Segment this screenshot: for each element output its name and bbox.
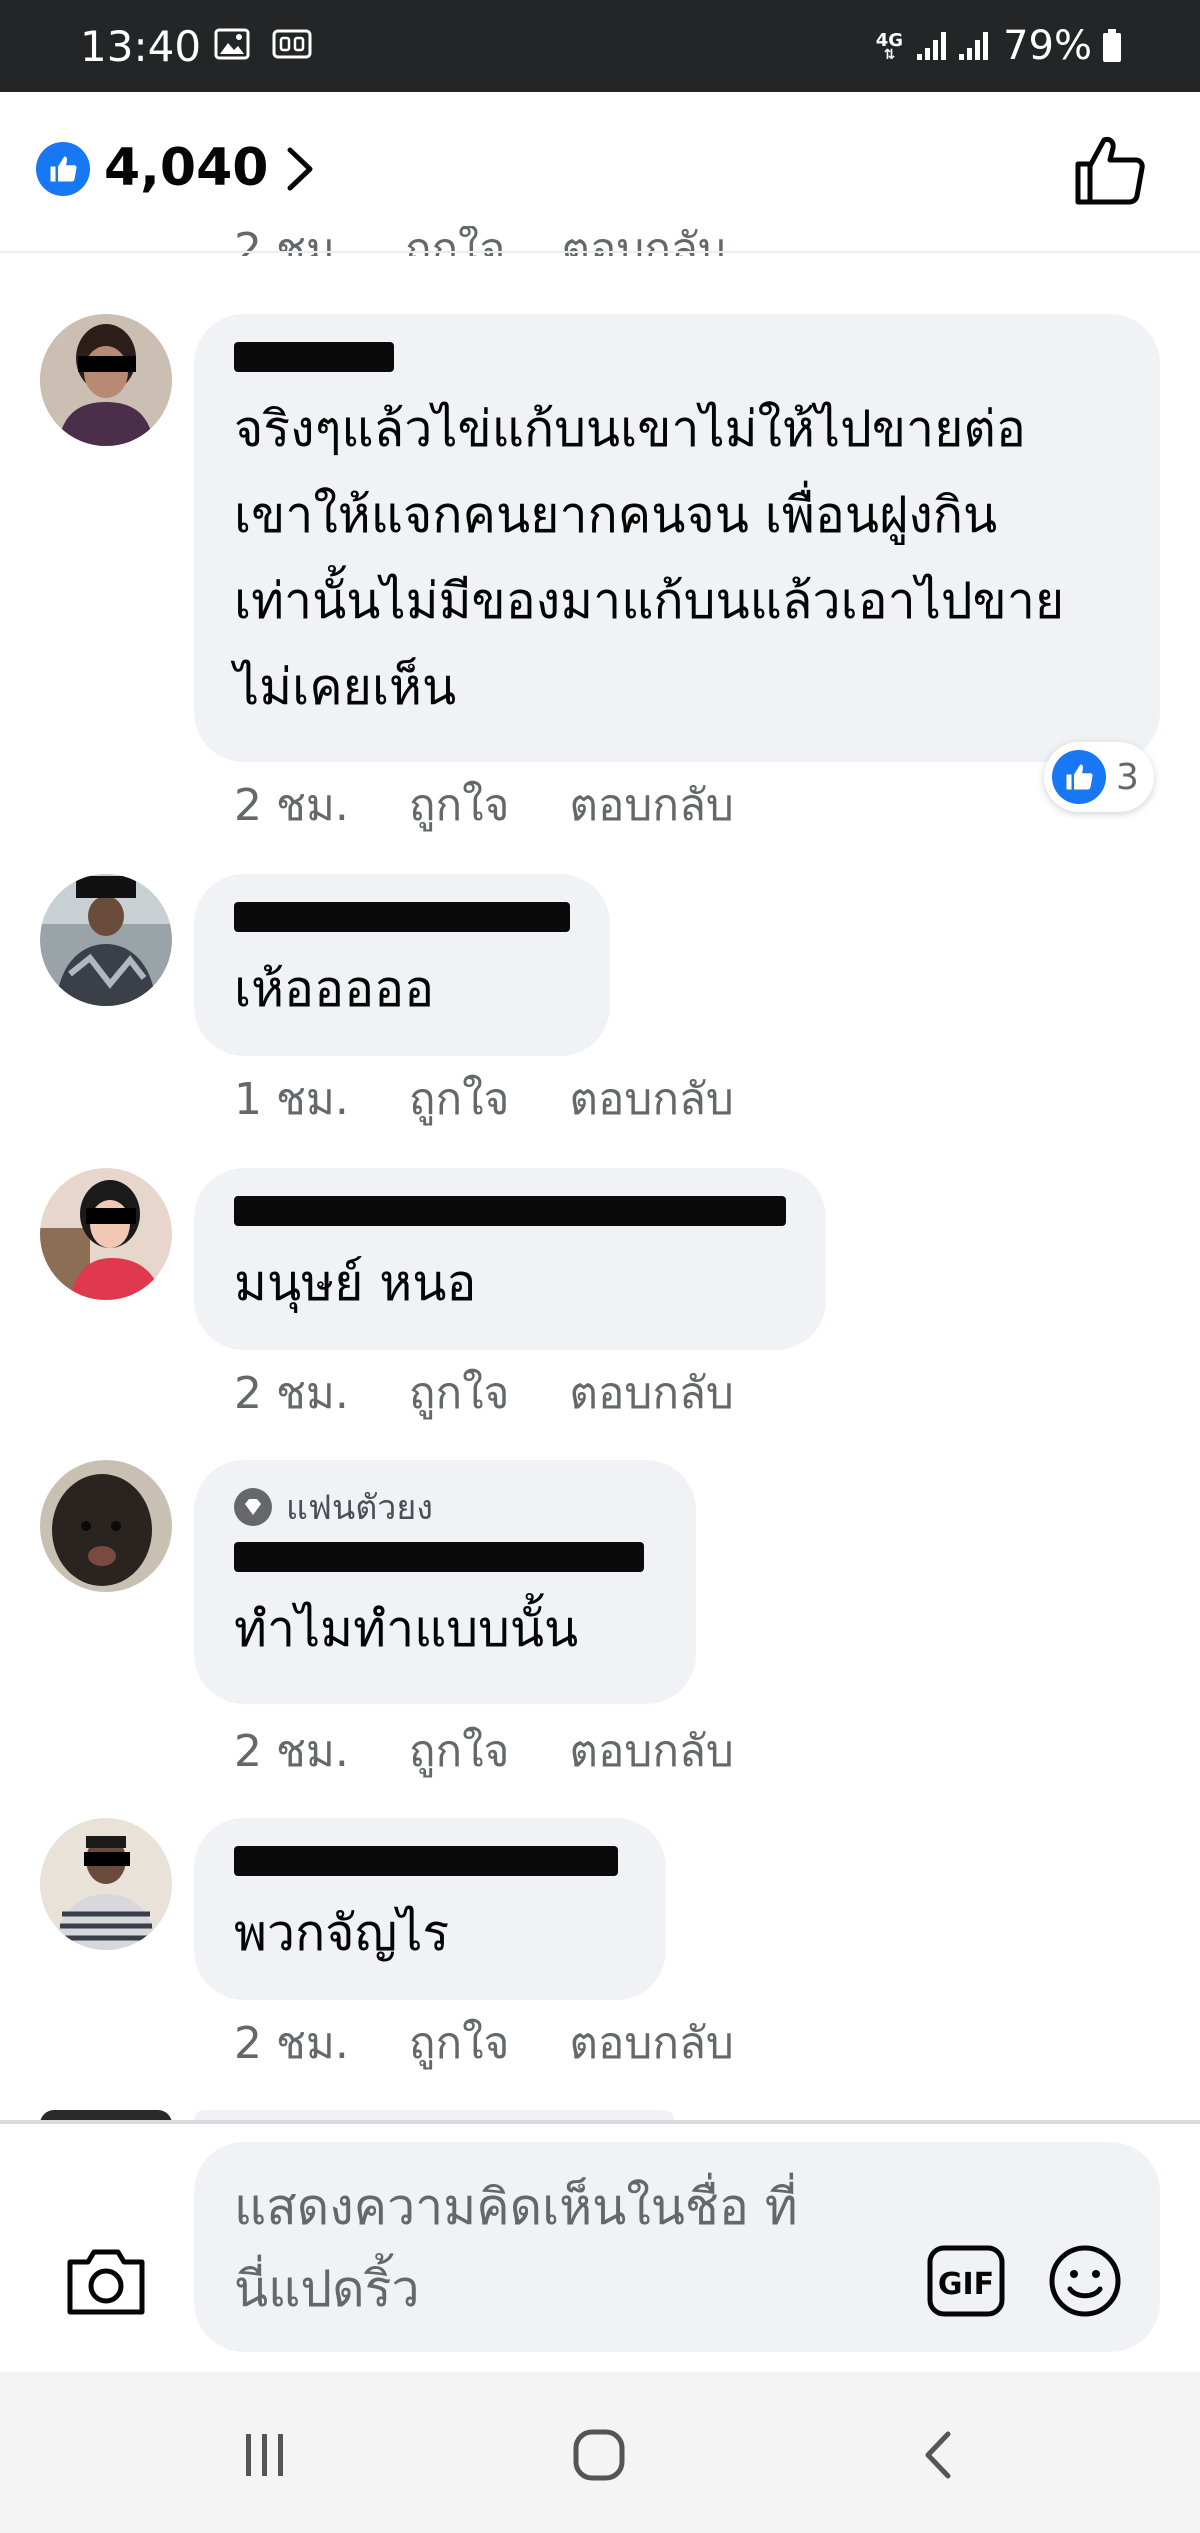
avatar[interactable] (40, 1168, 172, 1300)
avatar[interactable] (40, 1460, 172, 1592)
avatar[interactable] (40, 874, 172, 1006)
smile-icon[interactable] (1048, 2244, 1122, 2318)
comment-time: 2 ชม. (234, 1726, 349, 1777)
comment-meta: 2 ชม. ถูกใจ ตอบกลับ (234, 1716, 794, 1786)
reply-link[interactable]: ตอบกลับ (569, 1358, 733, 1428)
comment-meta: 1 ชม. ถูกใจ ตอบกลับ (234, 1064, 794, 1134)
like-link[interactable]: ถูกใจ (409, 1716, 510, 1786)
comment-placeholder-line: แสดงความคิดเห็นในชื่อ ที่ (234, 2178, 798, 2236)
top-fan-badge: แฟนตัวยง (234, 1480, 656, 1534)
battery-percent: 79% (1003, 23, 1092, 69)
redacted-author-name[interactable] (234, 1542, 644, 1572)
reply-link[interactable]: ตอบกลับ (569, 770, 733, 840)
gif-icon[interactable]: GIF (926, 2244, 1006, 2318)
comment-time: 1 ชม. (234, 1074, 349, 1125)
status-time: 13:40 (80, 22, 202, 71)
signal-icon (917, 32, 947, 60)
header-divider (0, 251, 1200, 253)
avatar[interactable] (40, 314, 172, 446)
avatar[interactable] (40, 1818, 172, 1950)
comment-time: 2 ชม. (234, 780, 349, 831)
comment-meta: 2 ชม. ถูกใจ ตอบกลับ (234, 770, 794, 840)
redacted-author-name[interactable] (234, 342, 394, 372)
comment-reaction-count[interactable]: 3 (1044, 742, 1154, 812)
comment-placeholder-line: นี่แปดริ้ว (234, 2260, 420, 2318)
battery-icon (1103, 29, 1121, 62)
like-reaction-icon (1052, 750, 1106, 804)
chip-icon (272, 29, 312, 59)
redacted-author-name[interactable] (234, 1846, 618, 1876)
like-link[interactable]: ถูกใจ (409, 1064, 510, 1134)
like-link[interactable]: ถูกใจ (409, 1358, 510, 1428)
comment-text-line: จริงๆแล้วไข่แก้บนเขาไม่ให้ไปขายต่อ (234, 400, 1026, 458)
comment-time: 2 ชม. (234, 2018, 349, 2069)
back-icon[interactable] (918, 2428, 958, 2482)
comment-meta: 2 ชม. ถูกใจ ตอบกลับ (234, 1358, 794, 1428)
comment-text-line: พวกจัญไร (234, 1904, 450, 1962)
redacted-author-name[interactable] (234, 1196, 786, 1226)
chevron-right-icon[interactable] (280, 144, 320, 194)
home-icon[interactable] (572, 2428, 626, 2482)
comment-input[interactable]: แสดงความคิดเห็นในชื่อ ที่ นี่แปดริ้ว (194, 2142, 1160, 2352)
comment-text-line: เห้อออออ (234, 960, 435, 1018)
comment-text-line: มนุษย์ หนอ (234, 1254, 477, 1312)
like-count[interactable]: 4,040 (104, 138, 268, 198)
diamond-icon (234, 1488, 272, 1526)
like-reaction-icon (36, 142, 90, 196)
like-link[interactable]: ถูกใจ (409, 2008, 510, 2078)
comment-text-line: ทำไมทำแบบนั้น (234, 1600, 579, 1658)
recent-apps-icon[interactable] (240, 2430, 290, 2480)
comment-bubble[interactable]: แฟนตัวยง ทำไมทำแบบนั้น (194, 1460, 696, 1704)
camera-icon[interactable] (64, 2242, 148, 2318)
thumbs-up-outline-icon[interactable] (1072, 132, 1148, 208)
comment-text-line: เขาให้แจกคนยากคนจน เพื่อนฝูงกิน (234, 486, 998, 544)
like-link[interactable]: ถูกใจ (409, 770, 510, 840)
redacted-author-name[interactable] (234, 902, 570, 932)
comment-bubble[interactable]: มนุษย์ หนอ (194, 1168, 826, 1350)
svg-text:GIF: GIF (938, 2267, 994, 2302)
comment-composer: แสดงความคิดเห็นในชื่อ ที่ นี่แปดริ้ว GIF (0, 2124, 1200, 2372)
comment-meta: 2 ชม. ถูกใจ ตอบกลับ (234, 2008, 794, 2078)
reply-link[interactable]: ตอบกลับ (569, 1064, 733, 1134)
comment-bubble[interactable]: พวกจัญไร (194, 1818, 666, 2000)
network-type: 4G ⇅ (875, 29, 904, 63)
comment-text-line: ไม่เคยเห็น (234, 658, 457, 716)
comment-bubble[interactable]: จริงๆแล้วไข่แก้บนเขาไม่ให้ไปขายต่อ เขาให… (194, 314, 1160, 762)
status-bar: 13:40 4G ⇅ 79% (0, 0, 1200, 92)
system-navbar (0, 2372, 1200, 2533)
comment-time: 2 ชม. (234, 1368, 349, 1419)
comment-bubble[interactable]: เห้อออออ (194, 874, 610, 1056)
gallery-icon (214, 28, 250, 60)
reply-link[interactable]: ตอบกลับ (569, 1716, 733, 1786)
comment-text-line: เท่านั้นไม่มีของมาแก้บนแล้วเอาไปขาย (234, 572, 1065, 630)
signal-icon-2 (959, 32, 989, 60)
comment-bubble-cut-off (194, 2110, 674, 2120)
reply-link[interactable]: ตอบกลับ (569, 2008, 733, 2078)
